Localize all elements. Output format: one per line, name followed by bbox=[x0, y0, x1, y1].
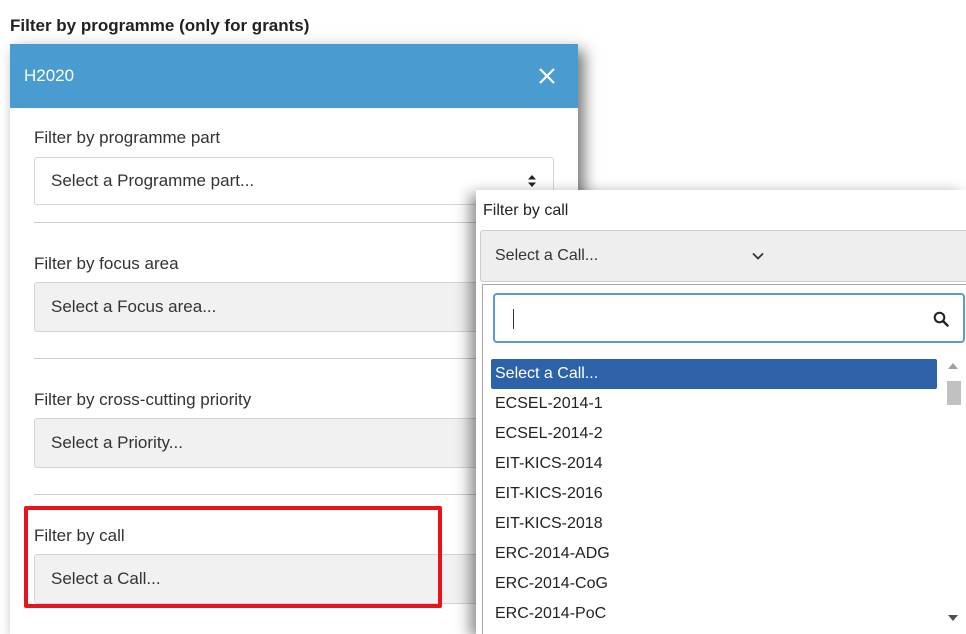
call-select-open[interactable]: Select a Call... bbox=[480, 230, 966, 282]
call-search-input[interactable] bbox=[495, 295, 963, 341]
scroll-up-icon[interactable] bbox=[943, 359, 963, 373]
call-select-value: Select a Call... bbox=[495, 247, 599, 264]
remove-programme-button[interactable] bbox=[538, 67, 556, 85]
filter-label: Filter by programme part bbox=[34, 128, 221, 147]
sort-arrows-icon bbox=[527, 174, 537, 188]
option-ecsel-2014-1[interactable]: ECSEL-2014-1 bbox=[491, 389, 939, 419]
search-icon bbox=[933, 311, 949, 327]
filter-programme-part: Filter by programme part Select a Progra… bbox=[34, 128, 554, 205]
chevron-down-icon bbox=[752, 252, 764, 260]
scroll-thumb[interactable] bbox=[947, 381, 961, 405]
option-eit-kics-2016[interactable]: EIT-KICS-2016 bbox=[491, 479, 939, 509]
text-cursor bbox=[513, 309, 514, 329]
programme-header: H2020 bbox=[10, 44, 578, 108]
select-placeholder: Select a Programme part... bbox=[51, 171, 255, 190]
option-erc-2014-adg[interactable]: ERC-2014-ADG bbox=[491, 539, 939, 569]
call-filter-label: Filter by call bbox=[483, 202, 569, 219]
call-search-box bbox=[493, 293, 965, 343]
select-placeholder: Select a Focus area... bbox=[51, 297, 217, 316]
programme-name: H2020 bbox=[24, 66, 75, 85]
option-eit-kics-2014[interactable]: EIT-KICS-2014 bbox=[491, 449, 939, 479]
option-erc-2014-cog[interactable]: ERC-2014-CoG bbox=[491, 569, 939, 599]
call-options-list: Select a Call... ECSEL-2014-1 ECSEL-2014… bbox=[491, 359, 939, 629]
call-dropdown-panel: Filter by call Select a Call... Select a… bbox=[476, 190, 966, 634]
close-icon bbox=[539, 68, 555, 84]
scroll-down-icon[interactable] bbox=[943, 611, 963, 625]
option-eit-kics-2018[interactable]: EIT-KICS-2018 bbox=[491, 509, 939, 539]
call-dropdown-menu: Select a Call... ECSEL-2014-1 ECSEL-2014… bbox=[482, 284, 966, 634]
option-select-a-call[interactable]: Select a Call... bbox=[491, 359, 937, 389]
select-placeholder: Select a Priority... bbox=[51, 433, 183, 452]
programme-filter-title: Filter by programme (only for grants) bbox=[10, 16, 310, 35]
highlight-annotation-box bbox=[24, 506, 442, 608]
option-ecsel-2014-2[interactable]: ECSEL-2014-2 bbox=[491, 419, 939, 449]
options-scrollbar[interactable] bbox=[943, 359, 963, 625]
option-erc-2014-poc[interactable]: ERC-2014-PoC bbox=[491, 599, 939, 629]
